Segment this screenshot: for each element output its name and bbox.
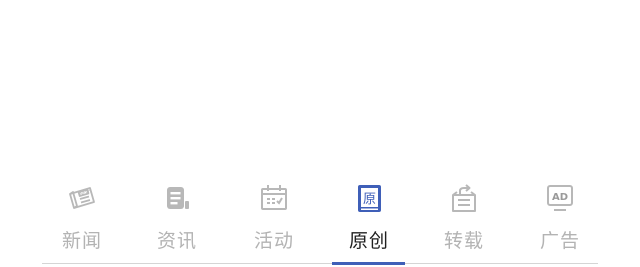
svg-text:AD: AD: [552, 192, 568, 203]
tab-info[interactable]: 资讯: [137, 178, 217, 262]
tab-bar: NEWS 新闻 资讯 活动 原 原创 转载 AD 广告: [42, 178, 598, 267]
share-icon: [448, 182, 480, 214]
tab-bar-divider: [42, 263, 598, 264]
newspaper-icon: NEWS: [66, 182, 98, 214]
tab-label: 转载: [443, 230, 484, 252]
tab-ads[interactable]: AD 广告: [520, 178, 600, 262]
document-icon: [161, 182, 193, 214]
page: NEWS 新闻 资讯 活动 原 原创 转载 AD 广告: [0, 0, 640, 267]
tab-news[interactable]: NEWS 新闻: [42, 178, 122, 262]
ad-icon: AD: [544, 182, 576, 214]
svg-text:原: 原: [363, 192, 376, 207]
tab-label: 活动: [253, 230, 294, 252]
tab-label: 资讯: [156, 230, 197, 252]
tab-label: 新闻: [61, 230, 102, 252]
calendar-icon: [258, 182, 290, 214]
tab-original[interactable]: 原 原创: [329, 178, 409, 262]
tab-label: 广告: [539, 230, 580, 252]
active-tab-indicator: [332, 262, 405, 265]
book-icon: 原: [353, 182, 385, 214]
tab-label: 原创: [348, 230, 389, 252]
tab-events[interactable]: 活动: [234, 178, 314, 262]
tab-repost[interactable]: 转载: [424, 178, 504, 262]
